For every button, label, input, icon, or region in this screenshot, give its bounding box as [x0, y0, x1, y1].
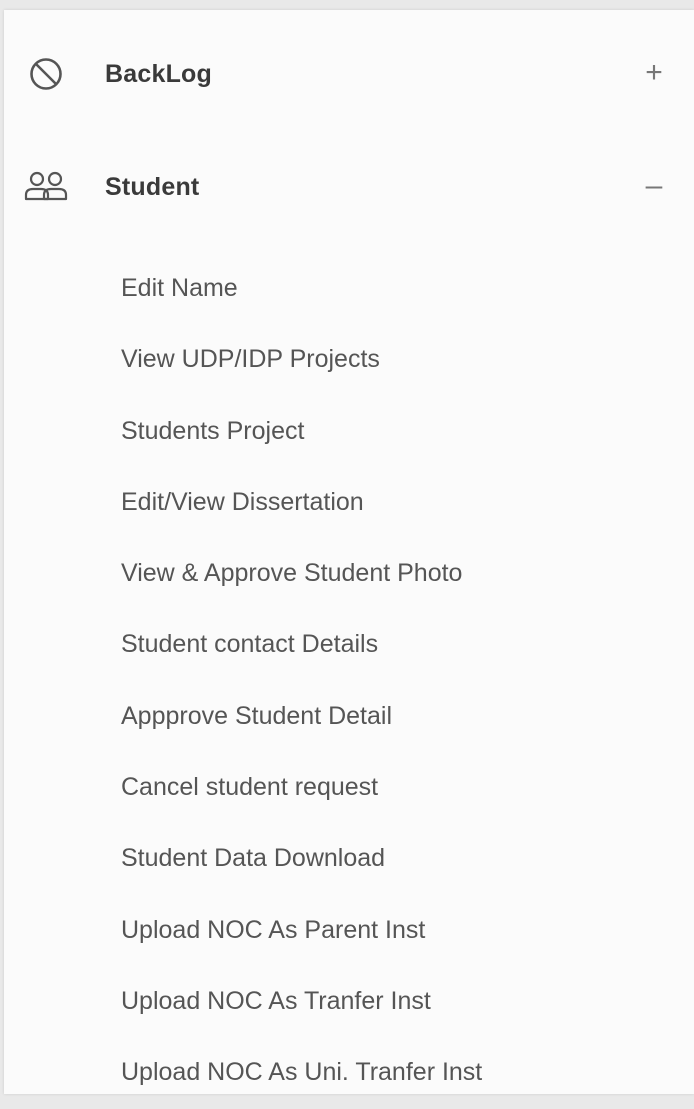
submenu-item-approve-student-detail[interactable]: Appprove Student Detail	[4, 681, 694, 752]
submenu-item-edit-name[interactable]: Edit Name	[4, 253, 694, 324]
menu-group-student[interactable]: Student –	[4, 157, 694, 217]
ban-icon	[22, 54, 70, 94]
menu-group-backlog[interactable]: BackLog +	[4, 44, 694, 104]
student-submenu: Edit Name View UDP/IDP Projects Students…	[4, 253, 694, 1109]
submenu-item-student-data-download[interactable]: Student Data Download	[4, 823, 694, 894]
menu-group-label: BackLog	[105, 60, 212, 88]
submenu-item-cancel-student-request[interactable]: Cancel student request	[4, 752, 694, 823]
submenu-item-upload-noc-uni-tranfer-inst[interactable]: Upload NOC As Uni. Tranfer Inst	[4, 1037, 694, 1108]
submenu-item-upload-noc-tranfer-inst[interactable]: Upload NOC As Tranfer Inst	[4, 966, 694, 1037]
collapse-toggle[interactable]: –	[634, 157, 674, 217]
submenu-item-approve-student-photo[interactable]: View & Approve Student Photo	[4, 538, 694, 609]
submenu-item-student-contact-details[interactable]: Student contact Details	[4, 609, 694, 680]
sidebar-menu: BackLog + Student – Edit Name View UDP/I…	[4, 10, 694, 1094]
submenu-item-students-project[interactable]: Students Project	[4, 396, 694, 467]
submenu-item-edit-view-dissertation[interactable]: Edit/View Dissertation	[4, 467, 694, 538]
submenu-item-upload-noc-parent-inst[interactable]: Upload NOC As Parent Inst	[4, 895, 694, 966]
submenu-item-view-udp-idp-projects[interactable]: View UDP/IDP Projects	[4, 324, 694, 395]
users-icon	[22, 167, 70, 207]
expand-toggle[interactable]: +	[634, 44, 674, 104]
menu-group-label: Student	[105, 173, 200, 201]
